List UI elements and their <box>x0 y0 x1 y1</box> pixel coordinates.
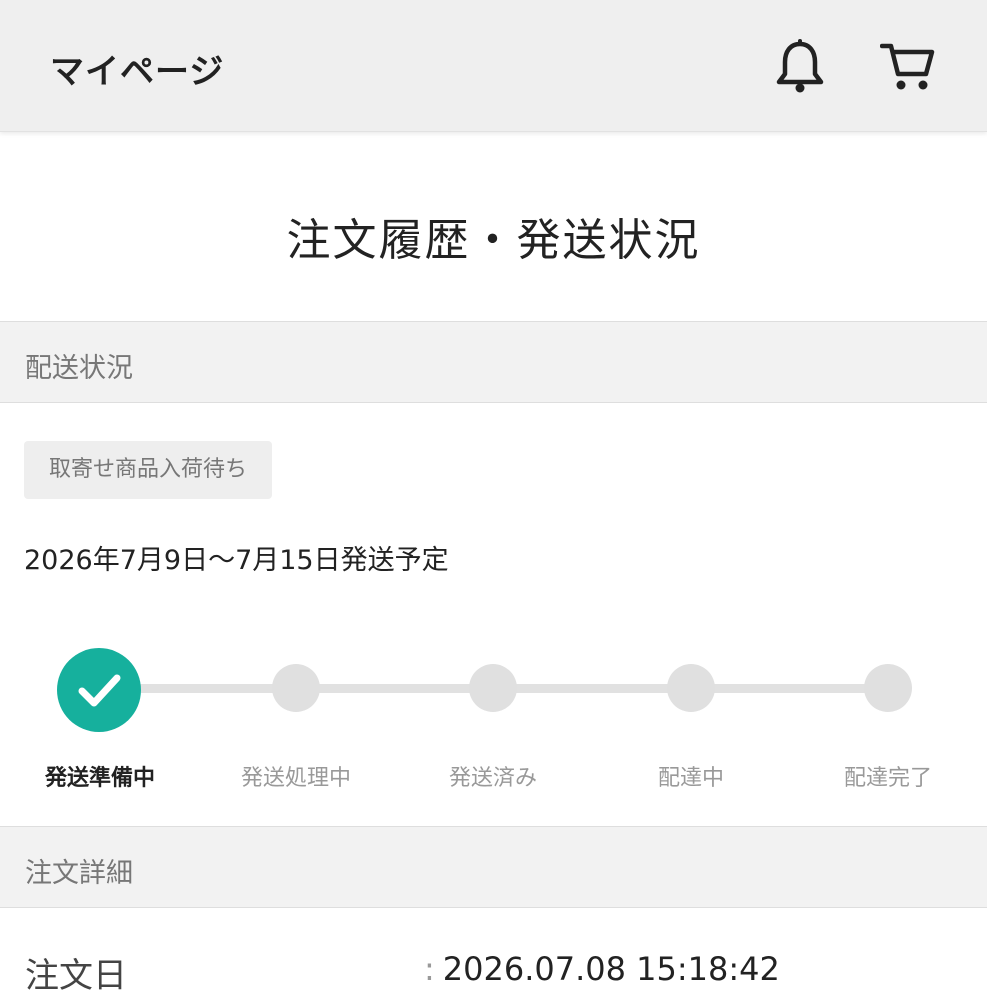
step-2-dot <box>272 664 320 712</box>
step-3-dot <box>469 664 517 712</box>
order-date-key: 注文日 <box>25 956 127 996</box>
step-4-label: 配達中 <box>657 766 724 791</box>
order-date-value: 2026.07.08 15:18:42 <box>442 950 780 988</box>
page-title: 注文履歴・発送状況 <box>286 215 701 266</box>
step-1-label: 発送準備中 <box>44 766 155 791</box>
status-badge: 取寄せ商品入荷待ち <box>24 441 272 499</box>
order-date-row: 注文日 :2026.07.08 15:18:42 <box>0 940 987 1000</box>
order-date-value-wrap: :2026.07.08 15:18:42 <box>424 950 780 988</box>
step-5-label: 配達完了 <box>843 766 932 791</box>
step-3-label: 発送済み <box>448 766 537 791</box>
app-title: マイページ <box>50 52 225 92</box>
order-date-colon: : <box>424 950 435 988</box>
order-section-label: 注文詳細 <box>25 858 133 889</box>
shipping-section-label: 配送状況 <box>25 353 133 384</box>
step-5-dot <box>864 664 912 712</box>
cart-icon[interactable] <box>879 36 936 96</box>
step-2-label: 発送処理中 <box>240 766 351 791</box>
step-4-dot <box>667 664 715 712</box>
shipping-section-header: 配送状況 <box>0 321 987 403</box>
shipping-schedule: 2026年7月9日〜7月15日発送予定 <box>24 545 449 576</box>
order-section-header: 注文詳細 <box>0 826 987 908</box>
bell-icon[interactable] <box>772 36 828 96</box>
shipping-progress: 発送準備中 発送処理中 発送済み 配達中 配達完了 <box>0 640 987 810</box>
top-app-bar: マイページ <box>0 0 987 132</box>
step-1-check-icon <box>57 648 141 732</box>
